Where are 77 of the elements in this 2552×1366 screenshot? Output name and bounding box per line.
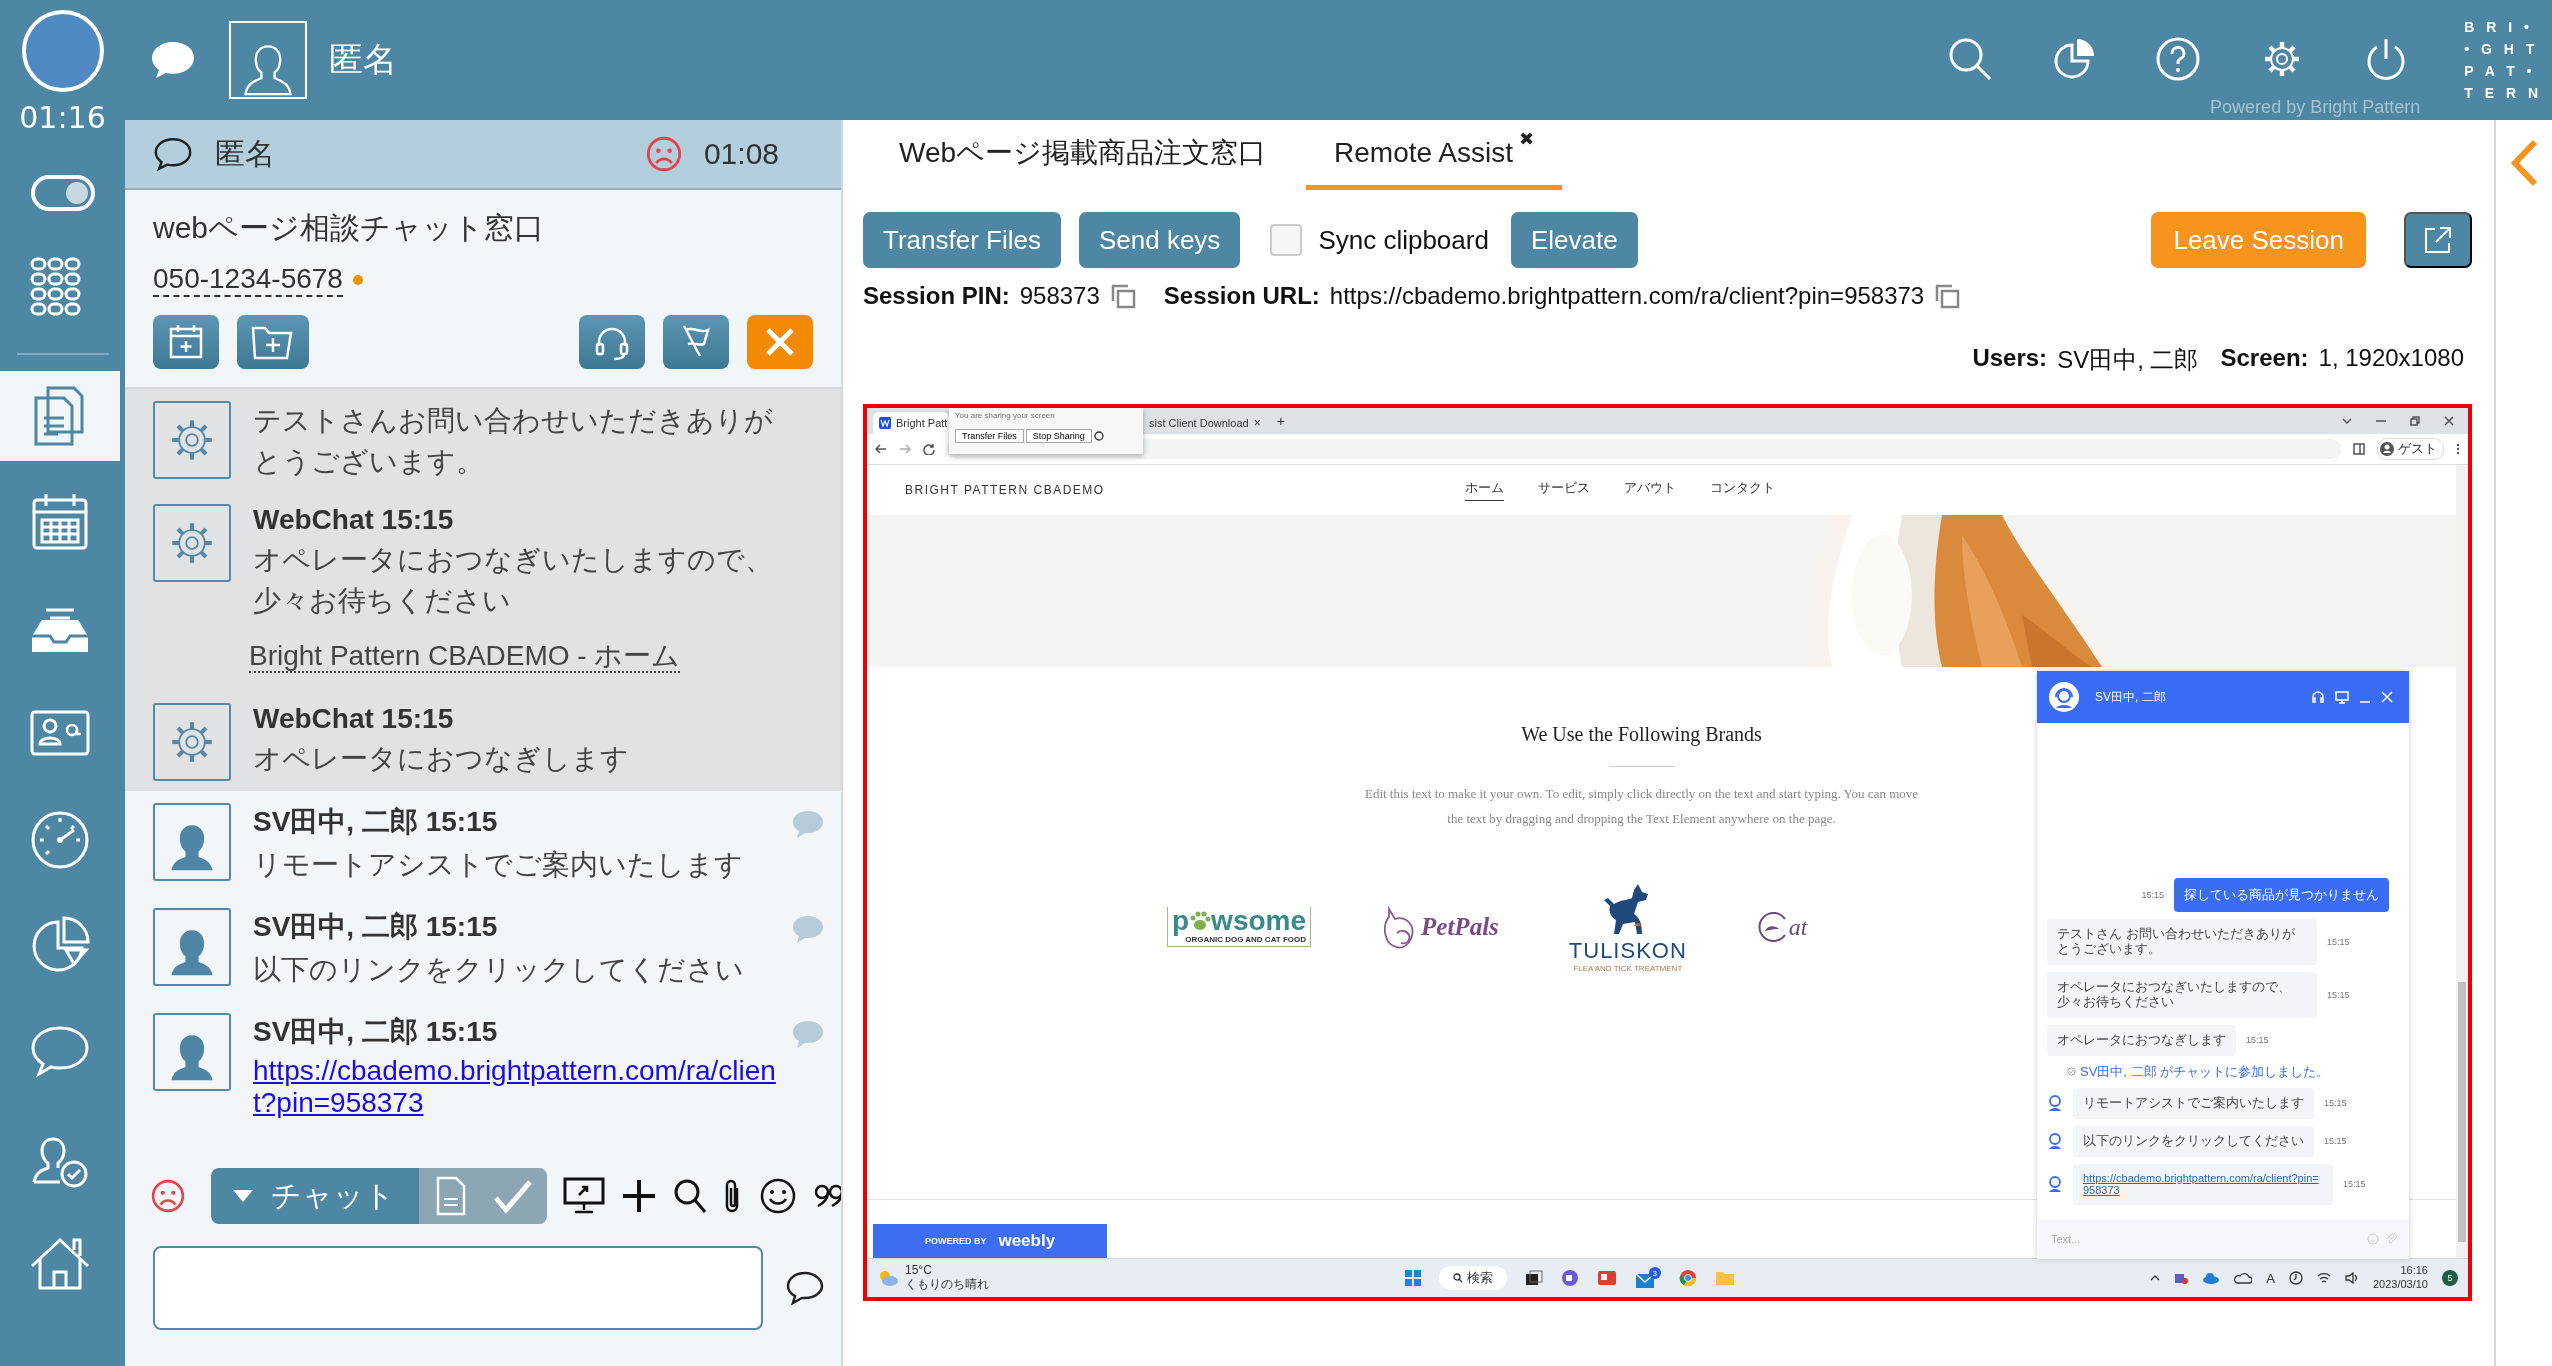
field-label: Screen: [2220, 344, 2309, 373]
browser-tab[interactable]: sist Client Download × [1143, 412, 1267, 434]
brand-logo: TULISKON FLEA AND TICK TREATMENT [1568, 881, 1687, 973]
message-header: WebChat 15:15 [253, 504, 455, 537]
message-text: 以下のリンクをクリックしてください [253, 952, 745, 987]
message-time: 15:15 [2327, 937, 2350, 948]
service-name: webページ相談チャット窓口 [153, 210, 546, 246]
nav-link[interactable]: ホーム [1464, 479, 1504, 501]
checkbox-label: Sync clipboard [1318, 224, 1489, 256]
action-button[interactable]: Elevate [1510, 212, 1638, 268]
tab[interactable]: Webページ掲載商品注文窓口 [871, 120, 1295, 190]
message-time: 15:15 [2327, 989, 2350, 1000]
weather-text: くもりのち晴れ [905, 1278, 989, 1292]
weebly-badge[interactable]: POWERED BY weebly [873, 1224, 1107, 1258]
share-bar-button[interactable]: Transfer Files [955, 429, 1024, 443]
bot-message: オペレータにおつなぎいたしますので、少々お待ちください [2047, 972, 2317, 1018]
nav-link[interactable]: コンタクト [1709, 479, 1775, 501]
contact-name: 匿名 [329, 39, 397, 80]
conversation-timer: 01:08 [703, 137, 779, 171]
action-button[interactable]: Send keys [1078, 212, 1241, 268]
field-label: Users: [1972, 344, 2048, 373]
tab-close-button[interactable]: × [1253, 416, 1261, 430]
message-time: 15:15 [2324, 1136, 2347, 1147]
field-label: Session URL: [1163, 282, 1320, 310]
brand-logo: PetPals [1381, 903, 1499, 952]
field-value: 958373 [1019, 282, 1100, 310]
share-bar-button[interactable]: Stop Sharing [1025, 429, 1092, 443]
widget-agent-name: SV田中, 二郎 [2095, 688, 2167, 706]
message-text: テストさんお問い合わせいただきありがとうございます。 [253, 404, 774, 479]
mail-app[interactable]: 3 [1634, 1267, 1661, 1289]
brand-logo: p wsome ORGANIC DOG AND CAT FOOD [1167, 907, 1312, 948]
tab[interactable]: Remote Assist ✖ [1306, 120, 1563, 190]
message-time: 15:15 [2324, 1098, 2347, 1109]
field-label: Session PIN: [863, 282, 1010, 310]
agent-message: リモートアシストでご案内いたします [2073, 1087, 2314, 1119]
nav-link[interactable]: サービス [1537, 479, 1590, 501]
share-message: You are sharing your screen [955, 411, 1056, 420]
message-header: WebChat 15:15 [253, 703, 455, 736]
message-header: SV田中, 二郎 15:15 [253, 805, 499, 840]
join-notice: SV田中, 二郎 がチャットに参加しました。 [2080, 1062, 2330, 1081]
bot-message: テストさん お問い合わせいただきありがとうございます。 [2047, 919, 2317, 966]
message-text: オペレータにおつなぎいたしますので、少々お待ちください [253, 543, 774, 618]
message-time: 15:15 [2343, 1179, 2366, 1190]
tab-close-button[interactable]: ✖ [1519, 127, 1535, 150]
new-tab-button[interactable]: + [1270, 413, 1291, 429]
profile-button[interactable]: ゲスト [2377, 438, 2444, 460]
section-text: Edit this text to make it your own. To edit, simply click directly on the text and start typing. You can move the text by dragging and dropping the Text Element anywhere on the page. [1363, 785, 1920, 829]
message-link[interactable]: https://cbademo.brightpattern.com/ra/client?pin=958373 [253, 1054, 777, 1119]
message-header: SV田中, 二郎 15:15 [253, 909, 499, 944]
message-time: 15:15 [2141, 890, 2164, 901]
temperature-text: 15°C [905, 1264, 933, 1278]
input-method-indicator[interactable]: A [2266, 1270, 2275, 1286]
field-value: https://cbademo.brightpattern.com/ra/client?pin=958373 [1329, 282, 1925, 310]
brand-logo: at [1756, 911, 1808, 944]
phone-number[interactable]: 050-1234-5678 [153, 263, 343, 297]
brand-logo: B R I • • G H T P A T • T E R N [2464, 19, 2538, 101]
message-header: SV田中, 二郎 15:15 [253, 1014, 499, 1049]
nav-link[interactable]: アバウト [1623, 479, 1676, 501]
taskbar-clock[interactable]: 16:16 2023/03/10 [2372, 1264, 2428, 1292]
conversation-title: 匿名 [215, 135, 275, 172]
powered-by-text: Powered by Bright Pattern [2210, 97, 2421, 118]
bot-message: オペレータにおつなぎします [2047, 1024, 2236, 1056]
visitor-message: 探している商品が見つかりません [2174, 878, 2389, 913]
agent-message: 以下のリンクをクリックしてください [2073, 1125, 2314, 1157]
field-value: SV田中, 二郎 [2057, 345, 2199, 375]
taskbar-search[interactable]: 検索 [1438, 1266, 1507, 1290]
site-title: BRIGHT PATTERN CBADEMO [905, 483, 1105, 497]
message-text: オペレータにおつなぎします [253, 742, 630, 777]
action-button[interactable]: Transfer Files [863, 212, 1061, 268]
notification-badge[interactable]: 5 [2442, 1270, 2458, 1286]
channel-dropdown[interactable]: チャット [211, 1168, 419, 1224]
browser-tab[interactable]: Bright Patt [873, 412, 949, 434]
section-heading: We Use the Following Brands [1521, 723, 1762, 746]
field-value: 1, 1920x1080 [2318, 344, 2464, 373]
session-timer: 01:16 [19, 100, 106, 135]
message-text: リモートアシストでご案内いたします [253, 848, 744, 883]
message-time: 15:15 [2246, 1035, 2269, 1046]
